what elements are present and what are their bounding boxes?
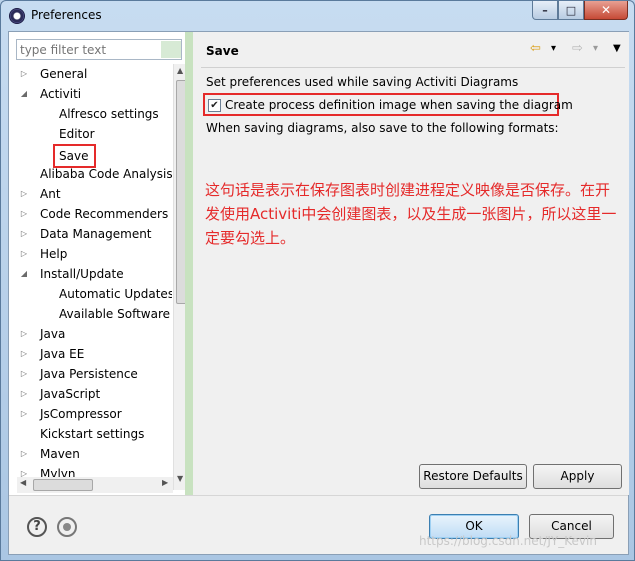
apply-button[interactable]: Apply [533, 464, 622, 489]
collapsed-arrow-icon[interactable]: ▷ [17, 444, 31, 464]
tree-item[interactable]: ▷ JavaScript [17, 384, 172, 404]
tree-item-label[interactable]: Java Persistence [40, 364, 138, 384]
forward-dropdown-icon[interactable]: ▾ [593, 43, 598, 54]
collapsed-arrow-icon[interactable]: ▷ [17, 344, 31, 364]
page-description: Set preferences used while saving Activi… [206, 75, 519, 89]
tree-item-label[interactable]: JavaScript [40, 384, 100, 404]
collapsed-arrow-icon[interactable]: ▷ [17, 64, 31, 84]
tree-item-label[interactable]: Kickstart settings [40, 424, 144, 444]
collapsed-arrow-icon[interactable]: ▷ [17, 204, 31, 224]
tree-item-label[interactable]: Editor [59, 124, 95, 144]
tree-item-label[interactable]: Available Software [59, 304, 170, 324]
collapsed-arrow-icon[interactable]: ▷ [17, 184, 31, 204]
scroll-right-icon[interactable]: ▶ [162, 478, 168, 487]
tree-item[interactable]: ▷ Java EE [17, 344, 172, 364]
tree-item-label[interactable]: Java EE [40, 344, 84, 364]
tree-item[interactable]: Automatic Updates [17, 284, 172, 304]
back-dropdown-icon[interactable]: ▾ [551, 43, 556, 54]
create-image-checkbox[interactable]: ✔ [208, 99, 221, 112]
view-menu-icon[interactable]: ▼ [613, 43, 621, 54]
expanded-arrow-icon[interactable]: ◢ [17, 264, 31, 284]
collapsed-arrow-icon[interactable]: ▷ [17, 224, 31, 244]
help-icon[interactable]: ? [27, 517, 47, 537]
tree-item[interactable]: ▷ Java Persistence [17, 364, 172, 384]
tree-item[interactable]: ▷ JsCompressor [17, 404, 172, 424]
watermark: https://blog.csdn.net/JY_Kevin [419, 534, 597, 548]
tree-horizontal-scrollbar[interactable]: ◀ ▶ [17, 477, 173, 493]
tree-item[interactable]: ▷ Help [17, 244, 172, 264]
collapsed-arrow-icon[interactable]: ▷ [17, 324, 31, 344]
page-title: Save [206, 44, 239, 58]
tree-item-label[interactable]: Maven [40, 444, 80, 464]
title-divider [201, 67, 625, 68]
tree-item[interactable]: ▷ Data Management [17, 224, 172, 244]
tree-item[interactable]: ◢ Activiti [17, 84, 172, 104]
preference-page: Save ⇦ ▾ ⇨ ▾ ▼ Set preferences used whil… [193, 32, 629, 495]
tree-item[interactable]: ▷ Ant [17, 184, 172, 204]
maximize-button[interactable]: □ [558, 1, 584, 20]
tree-item-label[interactable]: Data Management [40, 224, 152, 244]
collapsed-arrow-icon[interactable]: ▷ [17, 384, 31, 404]
page-navigation: ⇦ ▾ ⇨ ▾ ▼ [523, 41, 623, 59]
dialog-client: ▷ General ◢ ActivitiAlfresco settingsEditor… [8, 31, 629, 555]
tree-item-label[interactable]: Help [40, 244, 67, 264]
restore-defaults-button[interactable]: Restore Defaults [419, 464, 527, 489]
tree-item-label[interactable]: Install/Update [40, 264, 124, 284]
forward-arrow-icon[interactable]: ⇨ [572, 41, 583, 56]
tree-item[interactable]: Kickstart settings [17, 424, 172, 444]
preference-tree-pane: ▷ General ◢ ActivitiAlfresco settingsEditor… [9, 32, 195, 495]
tree-item[interactable]: Available Software [17, 304, 172, 324]
tree-item[interactable]: Alfresco settings [17, 104, 172, 124]
tree-item-label[interactable]: Alfresco settings [59, 104, 159, 124]
formats-label: When saving diagrams, also save to the f… [206, 121, 559, 135]
tree-item-label[interactable]: Automatic Updates [59, 284, 172, 304]
back-arrow-icon[interactable]: ⇦ [530, 41, 541, 56]
dialog-button-bar: ? OK Cancel https://blog.csdn.net/JY_Kev… [9, 495, 628, 554]
tree-item-label[interactable]: Activiti [40, 84, 81, 104]
create-image-option[interactable]: ✔ Create process definition image when s… [203, 93, 573, 116]
tree-item[interactable]: ▷ Java [17, 324, 172, 344]
tree-item[interactable]: ▷ Maven [17, 444, 172, 464]
create-image-label[interactable]: Create process definition image when sav… [225, 98, 573, 112]
collapsed-arrow-icon[interactable]: ▷ [17, 244, 31, 264]
filter-input[interactable] [16, 39, 182, 60]
filter-clear-icon[interactable] [161, 41, 181, 58]
expanded-arrow-icon[interactable]: ◢ [17, 84, 31, 104]
window-controls: – □ ✕ [532, 1, 628, 21]
tree-item[interactable]: Alibaba Code Analysis [17, 164, 172, 184]
window-title: Preferences [31, 8, 102, 22]
tree-item-label[interactable]: General [40, 64, 87, 84]
collapsed-arrow-icon[interactable]: ▷ [17, 404, 31, 424]
eclipse-icon [9, 8, 25, 24]
preference-tree: ▷ General ◢ Activiti Alfresco settings Editor… [17, 64, 172, 489]
minimize-button[interactable]: – [532, 1, 558, 20]
tree-item[interactable]: ▷ General [17, 64, 172, 84]
pane-sash[interactable] [185, 32, 193, 495]
tree-item[interactable]: ▷ Code Recommenders [17, 204, 172, 224]
tree-item[interactable]: Save [17, 144, 172, 168]
hscroll-thumb[interactable] [33, 479, 93, 491]
tree-item-label[interactable]: Alibaba Code Analysis [40, 164, 172, 184]
tree-item[interactable]: ◢ Install/Update [17, 264, 172, 284]
preferences-window: Preferences – □ ✕ ▷ General ◢ ActivitiAlfre… [0, 0, 635, 561]
tree-item-label[interactable]: JsCompressor [40, 404, 122, 424]
title-bar[interactable]: Preferences – □ ✕ [1, 1, 634, 31]
record-macro-icon[interactable] [57, 517, 77, 537]
annotation-note: 这句话是表示在保存图表时创建进程定义映像是否保存。在开发使用Activiti中会… [205, 181, 617, 247]
tree-item-label[interactable]: Java [40, 324, 65, 344]
scroll-left-icon[interactable]: ◀ [20, 478, 26, 487]
tree-item-label[interactable]: Ant [40, 184, 61, 204]
scroll-down-icon[interactable]: ▼ [177, 474, 183, 483]
tree-item[interactable]: Editor [17, 124, 172, 144]
close-button[interactable]: ✕ [584, 1, 628, 20]
collapsed-arrow-icon[interactable]: ▷ [17, 364, 31, 384]
tree-item-label[interactable]: Code Recommenders [40, 204, 168, 224]
scroll-up-icon[interactable]: ▲ [177, 66, 183, 75]
